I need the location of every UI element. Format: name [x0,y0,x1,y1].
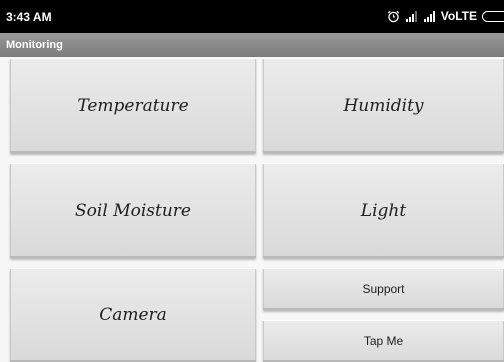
signal-icon [423,10,436,22]
tile-grid: Temperature Humidity Soil Moisture Light… [0,57,504,362]
network-label: VoLTE [440,9,477,23]
soil-moisture-button[interactable]: Soil Moisture [10,163,256,258]
status-bar: 3:43 AM VoLTE [0,0,504,33]
action-bar: Monitoring [0,33,504,57]
alarm-icon [387,10,400,23]
status-icons: VoLTE [382,8,504,24]
tap-me-button[interactable]: Tap Me [263,320,504,362]
humidity-button[interactable]: Humidity [263,58,504,153]
support-button[interactable]: Support [263,268,504,310]
signal-icon [405,10,418,22]
battery-icon [482,10,504,22]
status-time: 3:43 AM [6,10,52,24]
camera-button[interactable]: Camera [10,268,256,362]
light-button[interactable]: Light [263,163,504,258]
page-title: Monitoring [6,39,63,51]
temperature-button[interactable]: Temperature [10,58,256,153]
